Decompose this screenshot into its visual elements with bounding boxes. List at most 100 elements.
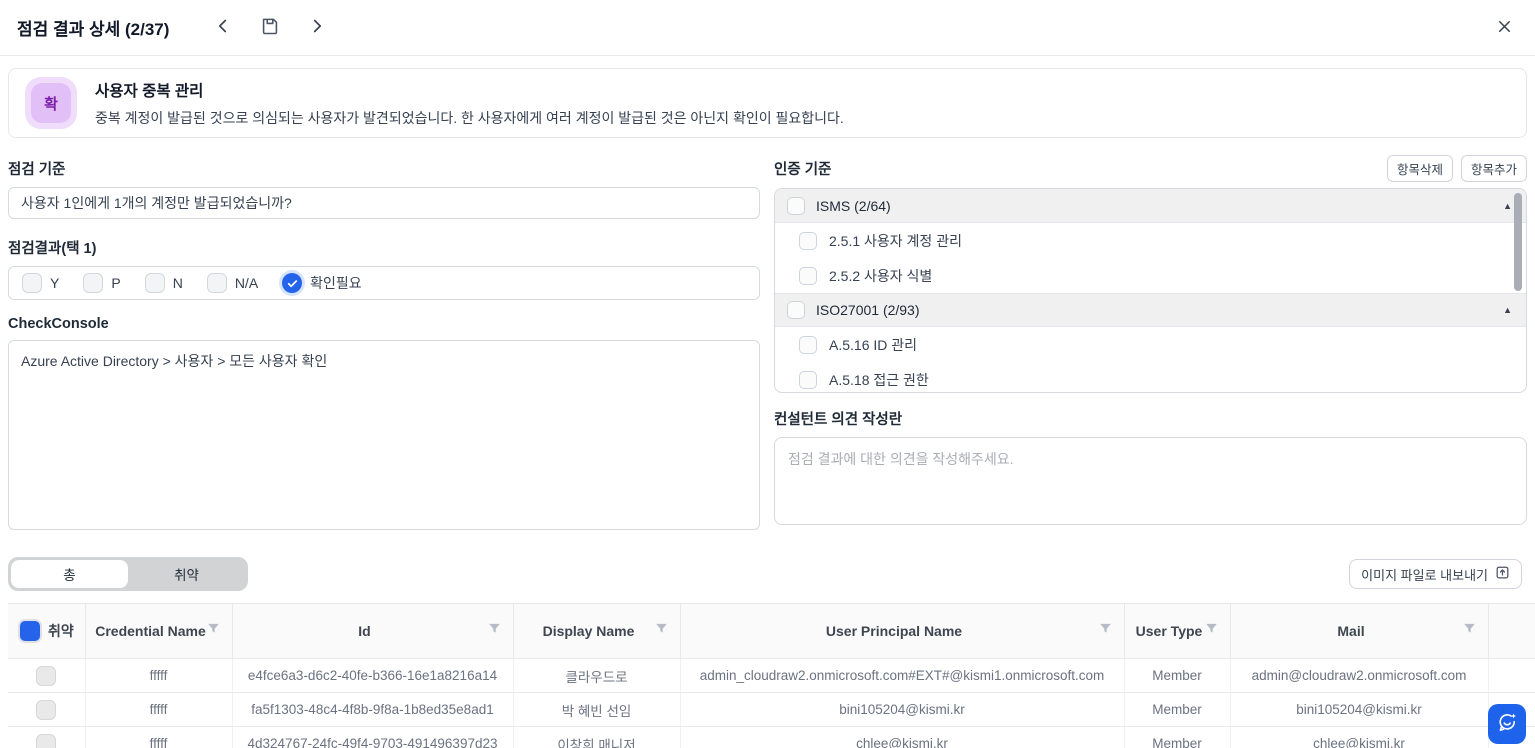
cell-credential-name: fffff bbox=[85, 693, 232, 727]
check-console-textarea[interactable]: Azure Active Directory > 사용자 > 모든 사용자 확인 bbox=[8, 340, 760, 530]
cell-user-principal-name: bini105204@kismi.kr bbox=[680, 693, 1124, 727]
row-select-checkbox[interactable] bbox=[36, 700, 56, 720]
tab-active[interactable]: 총 bbox=[11, 560, 128, 588]
row-select-checkbox[interactable] bbox=[36, 734, 56, 748]
group-label: ISMS (2/64) bbox=[816, 198, 891, 214]
cert-item[interactable]: 2.5.2 사용자 식별 bbox=[775, 258, 1526, 293]
check-result-option[interactable]: P bbox=[83, 273, 120, 293]
assistant-fab-button[interactable] bbox=[1488, 704, 1526, 744]
table-row: fffffe4fce6a3-d6c2-40fe-b366-16e1a8216a1… bbox=[8, 659, 1535, 693]
export-file-icon bbox=[1495, 565, 1510, 583]
status-badge: 확 bbox=[25, 77, 77, 129]
consultant-opinion-textarea[interactable] bbox=[774, 437, 1527, 525]
panel-scrollbar-thumb[interactable] bbox=[1514, 193, 1522, 291]
user-result-table: 취약 Credential Name Id Display Name bbox=[8, 603, 1535, 748]
col-header-id: Id bbox=[232, 604, 513, 659]
check-result-option[interactable]: 확인필요 bbox=[282, 273, 362, 293]
add-item-button[interactable]: 항목추가 bbox=[1461, 155, 1527, 182]
cell-mail: chlee@kismi.kr bbox=[1230, 727, 1488, 748]
next-button[interactable] bbox=[303, 14, 331, 42]
tab-inactive[interactable]: 취약 bbox=[128, 560, 245, 588]
collapse-caret-icon[interactable]: ▲ bbox=[1503, 305, 1512, 315]
check-criteria-input[interactable] bbox=[8, 187, 760, 219]
checkbox-checked[interactable] bbox=[282, 273, 302, 293]
close-icon bbox=[1495, 17, 1514, 39]
cell-display-name: 박 혜빈 선임 bbox=[513, 693, 680, 727]
cell-credential-name: fffff bbox=[85, 727, 232, 748]
cert-group-header[interactable]: ISMS (2/64) ▲ bbox=[775, 189, 1526, 223]
cert-item[interactable]: 2.5.1 사용자 계정 관리 bbox=[775, 223, 1526, 258]
item-checkbox[interactable] bbox=[799, 267, 817, 285]
select-all-header-cell: 취약 bbox=[8, 604, 85, 659]
checkbox-unchecked[interactable] bbox=[207, 273, 227, 293]
cell-id: fa5f1303-48c4-4f8b-9f8a-1b8ed35e8ad1 bbox=[232, 693, 513, 727]
cell-user-principal-name: admin_cloudraw2.onmicrosoft.com#EXT#@kis… bbox=[680, 659, 1124, 693]
export-button-label: 이미지 파일로 내보내기 bbox=[1361, 565, 1488, 584]
item-label: 2.5.2 사용자 식별 bbox=[829, 266, 932, 286]
cert-criteria-panel: ISMS (2/64) ▲ 2.5.1 사용자 계정 관리 2.5.2 사용자 식별 I… bbox=[774, 188, 1527, 393]
group-checkbox[interactable] bbox=[787, 301, 805, 319]
group-label: ISO27001 (2/93) bbox=[816, 302, 920, 318]
item-label: A.5.18 접근 권한 bbox=[829, 370, 929, 390]
filter-funnel-icon[interactable] bbox=[206, 621, 221, 641]
cell-id: 4d324767-24fc-49f4-9703-491496397d23 bbox=[232, 727, 513, 748]
row-select-checkbox[interactable] bbox=[36, 666, 56, 686]
summary-title: 사용자 중복 관리 bbox=[95, 79, 844, 101]
checkbox-unchecked[interactable] bbox=[83, 273, 103, 293]
group-checkbox[interactable] bbox=[787, 197, 805, 215]
check-result-option[interactable]: Y bbox=[22, 273, 59, 293]
item-checkbox[interactable] bbox=[799, 336, 817, 354]
filter-funnel-icon[interactable] bbox=[1098, 621, 1113, 641]
item-checkbox[interactable] bbox=[799, 371, 817, 389]
col-header-user-type: User Type bbox=[1124, 604, 1230, 659]
result-tab-group: 총취약 bbox=[8, 557, 248, 591]
filter-funnel-icon[interactable] bbox=[654, 621, 669, 641]
cell-user-type: Member bbox=[1124, 659, 1230, 693]
cell-user-type: Member bbox=[1124, 727, 1230, 748]
col-header-mail: Mail bbox=[1230, 604, 1488, 659]
export-image-button[interactable]: 이미지 파일로 내보내기 bbox=[1349, 559, 1522, 589]
item-checkbox[interactable] bbox=[799, 232, 817, 250]
option-label: N/A bbox=[235, 275, 258, 291]
filter-funnel-icon[interactable] bbox=[487, 621, 502, 641]
filter-funnel-icon[interactable] bbox=[1462, 621, 1477, 641]
chevron-right-icon bbox=[306, 15, 328, 40]
checkbox-unchecked[interactable] bbox=[22, 273, 42, 293]
header-nav bbox=[209, 14, 331, 42]
table-body: fffffe4fce6a3-d6c2-40fe-b366-16e1a8216a1… bbox=[8, 659, 1535, 748]
check-criteria-label: 점검 기준 bbox=[8, 158, 760, 179]
close-button[interactable] bbox=[1490, 14, 1518, 42]
modal-header: 점검 결과 상세 (2/37) bbox=[0, 0, 1535, 56]
chat-assistant-icon bbox=[1496, 711, 1519, 737]
delete-item-button[interactable]: 항목삭제 bbox=[1387, 155, 1453, 182]
check-result-options: Y P N N/A 확인필요 bbox=[8, 266, 760, 300]
col-header-credential-name: Credential Name bbox=[85, 604, 232, 659]
filter-funnel-icon[interactable] bbox=[1204, 621, 1219, 641]
checkbox-unchecked[interactable] bbox=[145, 273, 165, 293]
cert-item[interactable]: A.5.16 ID 관리 bbox=[775, 327, 1526, 362]
chevron-left-icon bbox=[212, 15, 234, 40]
cert-item[interactable]: A.5.18 접근 권한 bbox=[775, 362, 1526, 393]
cell-user-principal-name: chlee@kismi.kr bbox=[680, 727, 1124, 748]
cert-group-header[interactable]: ISO27001 (2/93) ▲ bbox=[775, 293, 1526, 327]
select-header-label: 취약 bbox=[48, 622, 74, 641]
cell-display-name: 이창희 매니저 bbox=[513, 727, 680, 748]
prev-button[interactable] bbox=[209, 14, 237, 42]
table-row: fffff4d324767-24fc-49f4-9703-491496397d2… bbox=[8, 727, 1535, 748]
check-console-label: CheckConsole bbox=[8, 316, 760, 332]
cert-criteria-label: 인증 기준 bbox=[774, 158, 831, 179]
save-button[interactable] bbox=[256, 14, 284, 42]
cell-mail: admin@cloudraw2.onmicrosoft.com bbox=[1230, 659, 1488, 693]
summary-description: 중복 계정이 발급된 것으로 의심되는 사용자가 발견되었습니다. 한 사용자에… bbox=[95, 108, 844, 128]
row-select-cell bbox=[8, 693, 85, 727]
status-badge-label: 확 bbox=[31, 83, 71, 123]
check-result-option[interactable]: N/A bbox=[207, 273, 258, 293]
col-header-user-principal-name: User Principal Name bbox=[680, 604, 1124, 659]
select-all-checkbox[interactable] bbox=[20, 621, 40, 641]
collapse-caret-icon[interactable]: ▲ bbox=[1503, 201, 1512, 211]
check-result-label: 점검결과(택 1) bbox=[8, 237, 760, 258]
col-header-display-name: Display Name bbox=[513, 604, 680, 659]
option-label: P bbox=[111, 275, 120, 291]
consultant-opinion-label: 컨설턴트 의견 작성란 bbox=[774, 408, 1527, 429]
check-result-option[interactable]: N bbox=[145, 273, 183, 293]
